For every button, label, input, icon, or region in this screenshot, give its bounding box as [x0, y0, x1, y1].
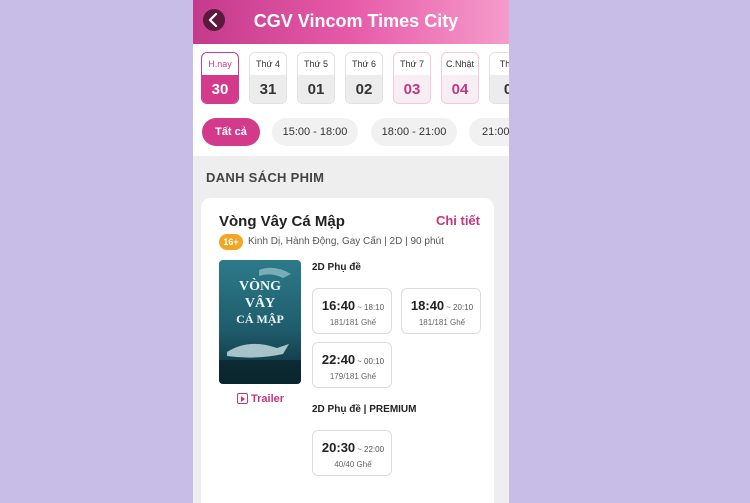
date-label: H.nay	[208, 59, 232, 69]
seat-count: 179/181 Ghế	[329, 372, 377, 381]
date-tab[interactable]: Thứ 5 01	[297, 52, 335, 104]
showtime-start: 18:40	[410, 298, 445, 313]
showtime-end: ~ 18:10	[357, 303, 385, 312]
filter-all-chip[interactable]: Tất cả	[202, 118, 260, 146]
play-icon	[237, 393, 248, 404]
movie-card: Vòng Vây Cá Mập Chi tiết 16+ Kinh Dị, Hà…	[201, 198, 494, 503]
showtime-start: 22:40	[321, 352, 356, 367]
phone-screen: CGV Vincom Times City H.nay 30 Thứ 4 31 …	[193, 0, 509, 503]
showtime-button[interactable]: 22:40 ~ 00:10 179/181 Ghế	[312, 342, 392, 388]
showtime-end: ~ 00:10	[357, 357, 385, 366]
date-tab[interactable]: C.Nhật 04	[441, 52, 479, 104]
date-label: Thứ 6	[351, 59, 377, 69]
date-day: 30	[202, 75, 238, 103]
section-title: DANH SÁCH PHIM	[206, 170, 325, 185]
trailer-button[interactable]: Trailer	[237, 391, 284, 405]
date-tab[interactable]: Thứ 6 02	[345, 52, 383, 104]
showtime-end: ~ 20:10	[446, 303, 474, 312]
date-tab[interactable]: Thứ 4 31	[249, 52, 287, 104]
date-day: 01	[298, 75, 334, 103]
movie-info: Kinh Dị, Hành Động, Gay Cấn | 2D | 90 ph…	[248, 236, 444, 247]
date-day: 03	[394, 75, 430, 103]
seat-count: 181/181 Ghế	[418, 318, 466, 327]
filter-chip[interactable]: 18:00 - 21:00	[371, 118, 457, 146]
date-label: Thứ 7	[399, 59, 425, 69]
poster-title-line-2: VÂY	[245, 294, 275, 311]
age-rating-badge: 16+	[219, 234, 243, 250]
date-label: Thứ	[499, 59, 509, 69]
showtime-button[interactable]: 20:30 ~ 22:00 40/40 Ghế	[312, 430, 392, 476]
date-tab[interactable]: Thứ 0	[489, 52, 509, 104]
filter-chip[interactable]: 15:00 - 18:00	[272, 118, 358, 146]
seat-count: 181/181 Ghế	[329, 318, 377, 327]
date-label: C.Nhật	[445, 59, 474, 69]
showtime-start: 16:40	[321, 298, 356, 313]
date-label: Thứ 5	[303, 59, 329, 69]
format-label: 2D Phụ đề | PREMIUM	[312, 404, 417, 415]
poster-title-line-3: CÁ MẬP	[236, 312, 284, 326]
date-tab[interactable]: Thứ 7 03	[393, 52, 431, 104]
date-tab-today[interactable]: H.nay 30	[201, 52, 239, 104]
showtime-start: 20:30	[321, 440, 356, 455]
app-header: CGV Vincom Times City	[193, 0, 509, 44]
showtime-button[interactable]: 18:40 ~ 20:10 181/181 Ghế	[401, 288, 481, 334]
date-day: 0	[490, 75, 509, 103]
seat-count: 40/40 Ghế	[334, 460, 372, 469]
trailer-label: Trailer	[251, 393, 285, 405]
showtime-button[interactable]: 16:40 ~ 18:10 181/181 Ghế	[312, 288, 392, 334]
movie-poster[interactable]: VÒNG VÂY CÁ MẬP	[219, 260, 301, 384]
date-day: 31	[250, 75, 286, 103]
movie-list: DANH SÁCH PHIM Vòng Vây Cá Mập Chi tiết …	[193, 156, 509, 503]
date-day: 04	[442, 75, 478, 103]
poster-title-line-1: VÒNG	[239, 277, 281, 294]
filter-chip[interactable]: 21:00	[469, 118, 509, 146]
format-label: 2D Phụ đề	[312, 262, 361, 273]
date-selector: H.nay 30 Thứ 4 31 Thứ 5 01 Thứ 6 02 Thứ …	[193, 52, 509, 108]
movie-title: Vòng Vây Cá Mập	[219, 213, 345, 230]
detail-link[interactable]: Chi tiết	[436, 213, 480, 228]
time-filter-bar: Tất cả 15:00 - 18:00 18:00 - 21:00 21:00	[193, 118, 509, 146]
cinema-title: CGV Vincom Times City	[253, 11, 459, 31]
date-label: Thứ 4	[255, 59, 281, 69]
showtime-end: ~ 22:00	[357, 445, 385, 454]
date-day: 02	[346, 75, 382, 103]
poster-image: VÒNG VÂY CÁ MẬP	[219, 260, 301, 384]
